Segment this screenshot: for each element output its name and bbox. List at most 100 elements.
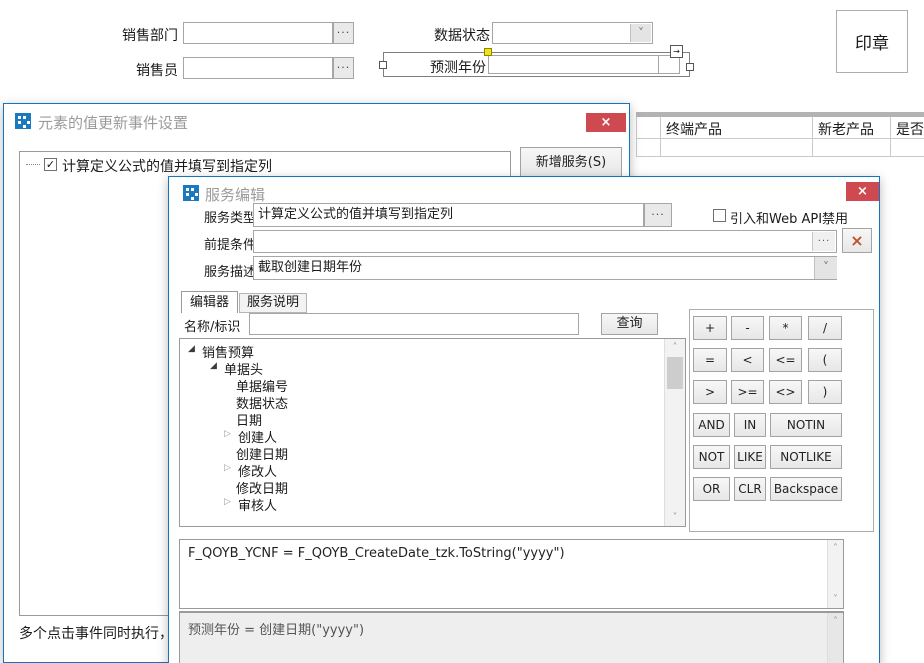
- dialog1-titlebar[interactable]: 元素的值更新事件设置 ×: [4, 104, 629, 137]
- smart-tag-button[interactable]: →: [670, 45, 683, 58]
- sales-dept-input[interactable]: [183, 22, 333, 44]
- tree-node-sales-budget[interactable]: ◢销售预算: [180, 342, 663, 359]
- tree-collapsed-icon[interactable]: ▷: [224, 463, 231, 473]
- service-type-input[interactable]: 计算定义公式的值并填写到指定列: [253, 203, 644, 227]
- web-api-checkbox[interactable]: [713, 209, 726, 222]
- salesperson-lookup-button[interactable]: ···: [333, 57, 354, 79]
- op-less-button[interactable]: <: [731, 348, 764, 372]
- ellipsis-icon: ···: [337, 26, 351, 39]
- seal-field[interactable]: 印章: [836, 10, 908, 73]
- tree-collapsed-icon[interactable]: ▷: [224, 429, 231, 439]
- ellipsis-icon: ···: [651, 208, 665, 221]
- tree-node-modify-date[interactable]: 修改日期: [180, 478, 663, 495]
- form-designer-canvas: 销售部门 ··· 数据状态 ˅ 销售员 ··· 预测年份 → 印章 终端产品 新…: [0, 0, 924, 663]
- dialog2-title: 服务编辑: [205, 184, 265, 205]
- tree-node-date[interactable]: 日期: [180, 410, 663, 427]
- op-notlike-button[interactable]: NOTLIKE: [770, 445, 842, 469]
- forecast-year-selected-field[interactable]: 预测年份 →: [383, 52, 690, 77]
- selection-handle-top[interactable]: [484, 48, 492, 56]
- op-or-button[interactable]: OR: [693, 477, 730, 501]
- tree-node-modifier[interactable]: ▷修改人: [180, 461, 663, 478]
- dialog2-titlebar[interactable]: 服务编辑 ×: [169, 177, 879, 205]
- forecast-year-label: 预测年份: [430, 57, 486, 77]
- formula-code-scrollbar[interactable]: ˄ ˅: [827, 540, 843, 608]
- tree-expanded-icon[interactable]: ◢: [188, 344, 195, 354]
- chevron-down-icon[interactable]: ˅: [630, 24, 651, 42]
- dialog1-bottom-note: 多个点击事件同时执行，: [19, 623, 173, 643]
- table-corner-cell[interactable]: [637, 117, 661, 139]
- event-service-item[interactable]: ✓ 计算定义公式的值并填写到指定列: [24, 156, 506, 174]
- op-minus-button[interactable]: -: [731, 316, 764, 340]
- dialog1-title: 元素的值更新事件设置: [38, 112, 188, 133]
- chevron-down-icon: ˅: [823, 260, 829, 274]
- clear-x-icon: ×: [850, 231, 863, 250]
- table-header-partial[interactable]: 是否三: [891, 117, 924, 139]
- service-desc-combo[interactable]: 截取创建日期年份: [253, 256, 837, 280]
- precondition-clear-button[interactable]: ×: [842, 228, 872, 253]
- tree-scroll-thumb[interactable]: [667, 357, 683, 389]
- tree-node-auditor[interactable]: ▷审核人: [180, 495, 663, 512]
- table-row-cell[interactable]: [661, 139, 813, 157]
- selection-handle-right[interactable]: [686, 63, 694, 71]
- table-header-new-old-product[interactable]: 新老产品: [813, 117, 891, 139]
- tree-scrollbar[interactable]: ˄ ˅: [664, 339, 685, 526]
- scroll-down-icon[interactable]: ˅: [665, 510, 685, 525]
- salesperson-input[interactable]: [183, 57, 333, 79]
- tree-node-doc-header[interactable]: ◢单据头: [180, 359, 663, 376]
- precondition-input[interactable]: ···: [253, 230, 837, 253]
- op-equals-button[interactable]: =: [693, 348, 727, 372]
- scroll-up-icon[interactable]: ˄: [665, 340, 685, 355]
- formula-preview-scrollbar[interactable]: ˄: [827, 613, 843, 663]
- scroll-down-icon[interactable]: ˅: [828, 592, 843, 607]
- close-icon: ×: [601, 115, 612, 130]
- op-divide-button[interactable]: /: [808, 316, 842, 340]
- op-in-button[interactable]: IN: [734, 413, 766, 437]
- event-service-checkbox[interactable]: ✓: [44, 158, 57, 171]
- app-icon: [183, 185, 199, 201]
- scroll-up-icon[interactable]: ˄: [828, 614, 843, 629]
- tree-node-creator[interactable]: ▷创建人: [180, 427, 663, 444]
- tree-expanded-icon[interactable]: ◢: [210, 361, 217, 371]
- service-desc-chevron[interactable]: ˅: [814, 257, 837, 279]
- tab-editor[interactable]: 编辑器: [181, 291, 238, 313]
- op-less-equal-button[interactable]: <=: [769, 348, 802, 372]
- name-id-input[interactable]: [249, 313, 579, 335]
- table-row-cell[interactable]: [637, 139, 661, 157]
- table-header-terminal-product[interactable]: 终端产品: [661, 117, 813, 139]
- salesperson-label: 销售员: [136, 60, 178, 80]
- formula-preview-text: 预测年份 = 创建日期("yyyy"): [188, 619, 364, 638]
- op-notin-button[interactable]: NOTIN: [770, 413, 842, 437]
- dialog2-close-button[interactable]: ×: [846, 182, 879, 201]
- op-not-button[interactable]: NOT: [693, 445, 730, 469]
- op-backspace-button[interactable]: Backspace: [770, 477, 842, 501]
- formula-code-box[interactable]: F_QOYB_YCNF = F_QOYB_CreateDate_tzk.ToSt…: [179, 539, 844, 609]
- op-close-paren-button[interactable]: ): [808, 380, 842, 404]
- event-service-item-label: 计算定义公式的值并填写到指定列: [62, 156, 272, 176]
- op-open-paren-button[interactable]: (: [808, 348, 842, 372]
- table-row-cell[interactable]: [813, 139, 891, 157]
- dialog1-close-button[interactable]: ×: [586, 113, 626, 132]
- tree-node-doc-number[interactable]: 单据编号: [180, 376, 663, 393]
- scroll-up-icon[interactable]: ˄: [828, 541, 843, 556]
- tree-collapsed-icon[interactable]: ▷: [224, 497, 231, 507]
- add-service-button[interactable]: 新增服务(S): [520, 147, 622, 178]
- op-clr-button[interactable]: CLR: [734, 477, 766, 501]
- sales-dept-lookup-button[interactable]: ···: [333, 22, 354, 44]
- tab-service-info[interactable]: 服务说明: [239, 293, 307, 313]
- tree-node-create-date[interactable]: 创建日期: [180, 444, 663, 461]
- service-type-lookup-button[interactable]: ···: [644, 203, 672, 227]
- forecast-year-input[interactable]: [488, 55, 659, 74]
- op-and-button[interactable]: AND: [693, 413, 730, 437]
- data-status-combo[interactable]: ˅: [492, 22, 653, 44]
- precondition-lookup-button[interactable]: ···: [812, 232, 835, 251]
- tree-node-data-status[interactable]: 数据状态: [180, 393, 663, 410]
- op-like-button[interactable]: LIKE: [734, 445, 766, 469]
- op-greater-button[interactable]: >: [693, 380, 727, 404]
- op-not-equal-button[interactable]: <>: [769, 380, 802, 404]
- op-plus-button[interactable]: +: [693, 316, 727, 340]
- selection-handle-left[interactable]: [379, 61, 387, 69]
- op-greater-equal-button[interactable]: >=: [731, 380, 764, 404]
- table-row-cell[interactable]: [891, 139, 924, 157]
- op-multiply-button[interactable]: *: [769, 316, 802, 340]
- query-button[interactable]: 查询: [601, 313, 658, 335]
